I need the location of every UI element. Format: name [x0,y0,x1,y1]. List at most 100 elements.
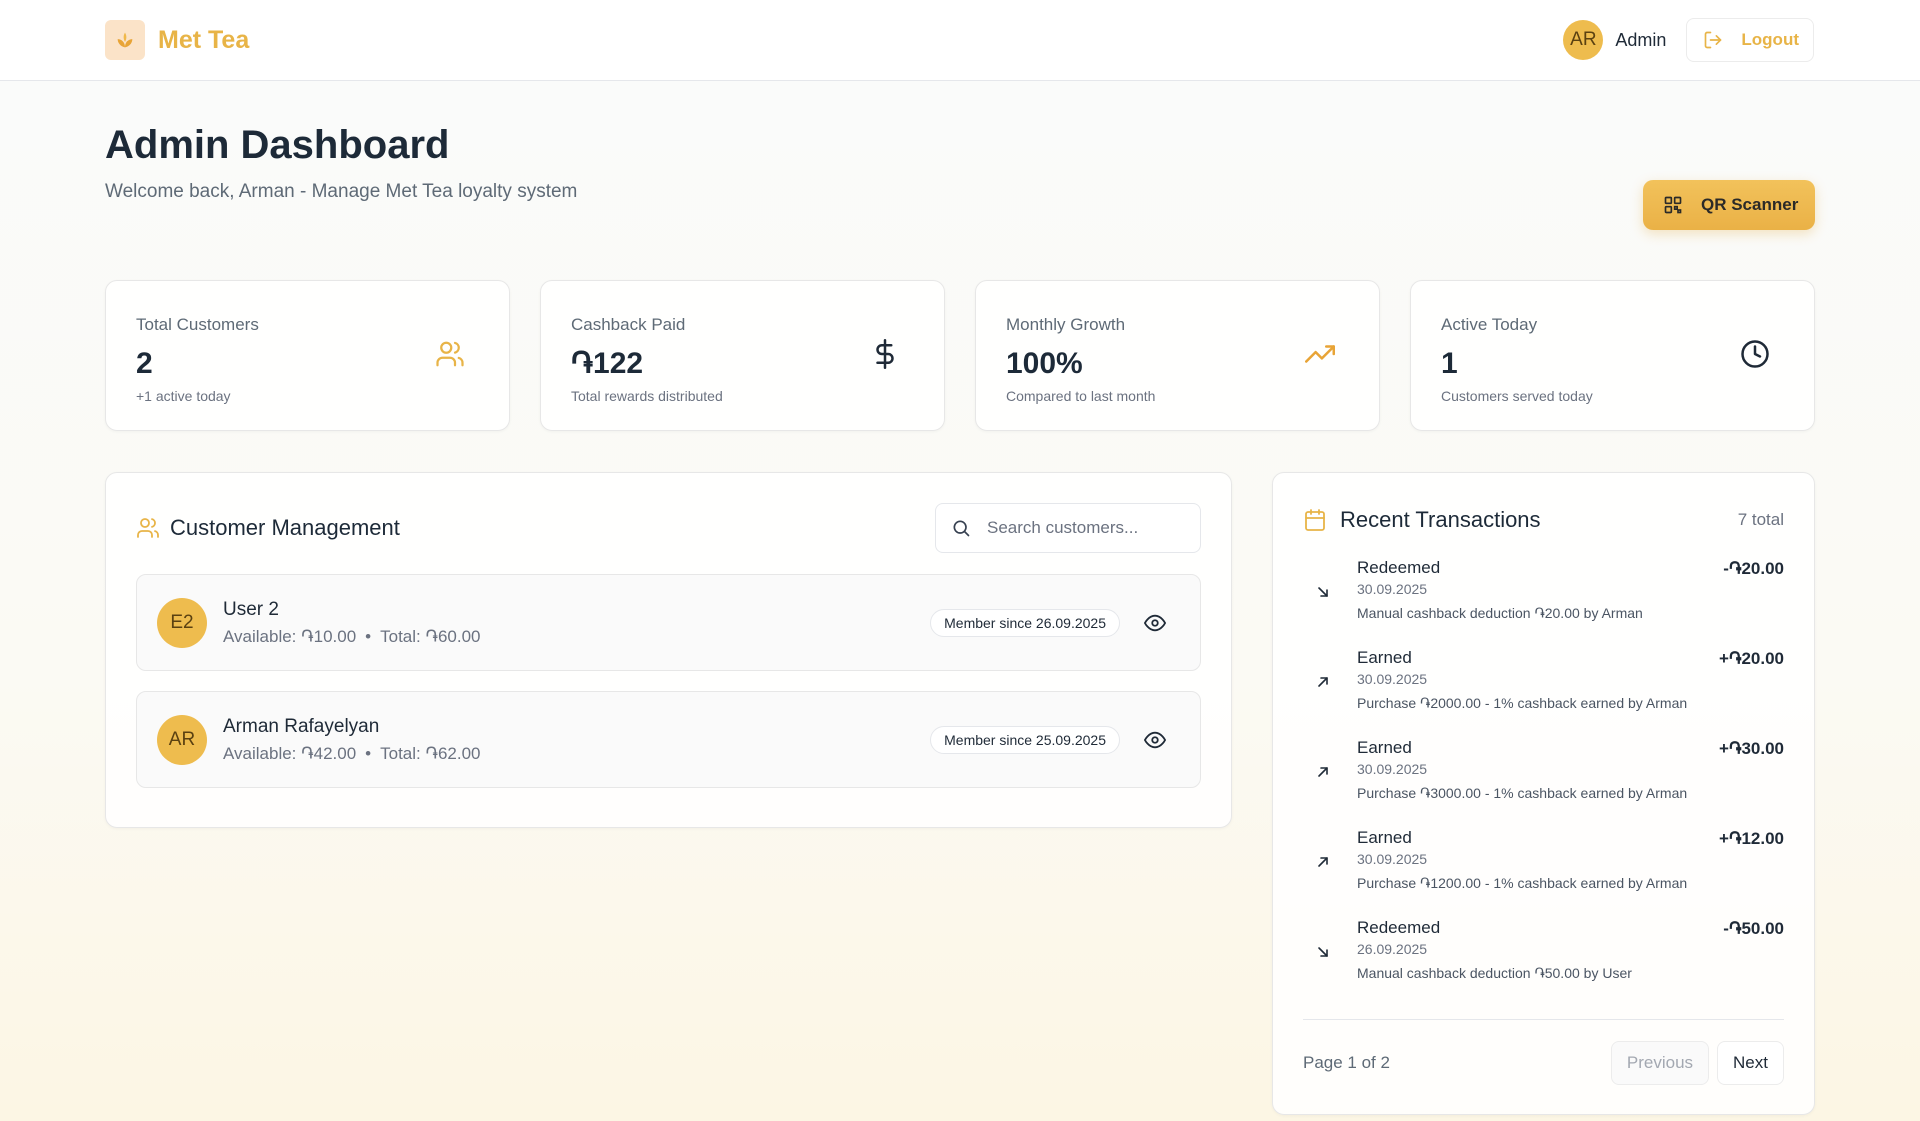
transaction-list: Redeemed 30.09.2025 Manual cashback dedu… [1303,558,1784,1008]
transaction-description: Purchase ֏2000.00 - 1% cashback earned b… [1357,695,1688,711]
customer-row[interactable]: E2 User 2 Available: ֏10.00 • Total: ֏60.0… [136,574,1201,671]
logout-icon [1705,31,1722,49]
previous-button[interactable]: Previous [1610,1041,1710,1085]
section-title: Customer Management [170,515,400,540]
stats-row: Total Customers 2 +1 active today Cashba… [105,280,1815,431]
available-balance: Available: ֏42.00 [223,743,357,763]
transaction-amount: -֏20.00 [1723,559,1784,578]
transaction-item: Redeemed 26.09.2025 Manual cashback dedu… [1303,918,1784,1008]
recent-transactions-panel: Recent Transactions 7 total Redeemed 30.… [1272,472,1815,1115]
search-box[interactable] [935,503,1201,553]
total-balance: Total: ֏62.00 [380,743,481,763]
customer-balance: Available: ֏42.00 • Total: ֏62.00 [223,744,930,764]
transaction-amount: +֏30.00 [1719,739,1784,758]
avatar: AR [1563,20,1604,60]
transaction-amount: +֏12.00 [1719,829,1784,848]
header-actions: AR Admin Logout [1563,18,1814,62]
total-balance: Total: ֏60.00 [380,626,481,646]
transaction-description: Manual cashback deduction ֏50.00 by User [1357,965,1632,981]
arrow-up-right-icon [1303,738,1357,828]
users-icon [137,518,159,538]
recent-transactions-header: Recent Transactions 7 total [1303,507,1784,533]
pager-buttons: Previous Next [1610,1041,1784,1085]
top-bar: Met Tea AR Admin Logout [0,0,1920,81]
content-columns: Customer Management E2 User 2 Available:… [105,472,1815,1115]
page-info: Page 1 of 2 [1303,1053,1390,1072]
avatar: E2 [157,597,207,648]
trending-up-icon [1305,345,1335,363]
transaction-item: Redeemed 30.09.2025 Manual cashback dedu… [1303,558,1784,648]
qr-code-icon [1664,196,1682,214]
stat-card-active-today: Active Today 1 Customers served today [1410,280,1815,431]
customer-management-panel: Customer Management E2 User 2 Available:… [105,472,1232,828]
separator-dot: • [365,743,372,763]
arrow-down-right-icon [1303,558,1357,648]
separator-dot: • [365,626,372,646]
eye-icon[interactable] [1144,729,1166,751]
search-input[interactable] [987,518,1187,538]
customer-info: Arman Rafayelyan Available: ֏42.00 • Total… [223,716,930,764]
section-title: Recent Transactions [1340,507,1541,532]
member-since-badge: Member since 26.09.2025 [930,608,1120,637]
transaction-type: Redeemed [1357,918,1441,937]
recent-transactions-title: Recent Transactions [1303,507,1541,533]
transaction-description: Manual cashback deduction ֏20.00 by Arma… [1357,605,1643,621]
arrow-up-right-icon [1303,828,1357,918]
customer-row[interactable]: AR Arman Rafayelyan Available: ֏42.00 • To… [136,691,1201,788]
member-since-badge: Member since 25.09.2025 [930,725,1120,754]
users-icon [436,341,464,367]
transaction-item: Earned 30.09.2025 Purchase ֏3000.00 - 1%… [1303,738,1784,828]
stat-label: Active Today [1441,315,1538,334]
stat-value: 1 [1441,347,1458,380]
stat-card-total-customers: Total Customers 2 +1 active today [105,280,510,431]
customer-management-header: Customer Management [136,503,1201,553]
transaction-date: 30.09.2025 [1357,761,1428,777]
arrow-down-right-icon [1303,918,1357,1008]
arrow-up-right-icon [1303,648,1357,738]
stat-subtext: Compared to last month [1006,388,1156,404]
logout-label: Logout [1741,30,1799,49]
transaction-count: 7 total [1737,510,1784,529]
main-content: Admin Dashboard Welcome back, Arman - Ma… [0,81,1920,1115]
transaction-date: 30.09.2025 [1357,671,1428,687]
transaction-item: Earned 30.09.2025 Purchase ֏2000.00 - 1%… [1303,648,1784,738]
transaction-item: Earned 30.09.2025 Purchase ֏1200.00 - 1%… [1303,828,1784,918]
stat-label: Total Customers [136,315,259,334]
stat-label: Monthly Growth [1006,315,1126,334]
page-title: Admin Dashboard [105,123,450,167]
logout-button[interactable]: Logout [1686,18,1814,62]
stat-value: 2 [136,347,153,380]
leaf-logo-icon [105,20,145,60]
user-role: Admin [1615,29,1667,50]
transaction-description: Purchase ֏3000.00 - 1% cashback earned b… [1357,785,1688,801]
transaction-amount: -֏50.00 [1723,919,1784,938]
eye-icon[interactable] [1144,612,1166,634]
transaction-date: 26.09.2025 [1357,941,1428,957]
transaction-date: 30.09.2025 [1357,581,1428,597]
brand-name: Met Tea [158,25,250,54]
stat-value: ֏122 [571,347,644,380]
pagination: Page 1 of 2 Previous Next [1303,1019,1784,1085]
avatar: AR [157,714,207,765]
transaction-description: Purchase ֏1200.00 - 1% cashback earned b… [1357,875,1688,891]
transaction-amount: +֏20.00 [1719,649,1784,668]
page-subtitle: Welcome back, Arman - Manage Met Tea loy… [105,181,578,202]
qr-scanner-label: QR Scanner [1701,195,1799,214]
stat-subtext: Customers served today [1441,388,1593,404]
stat-value: 100% [1006,347,1083,380]
title-row: Admin Dashboard Welcome back, Arman - Ma… [105,81,1815,230]
stat-subtext: Total rewards distributed [571,388,723,404]
stat-card-monthly-growth: Monthly Growth 100% Compared to last mon… [975,280,1380,431]
transaction-date: 30.09.2025 [1357,851,1428,867]
user-menu[interactable]: AR Admin [1563,20,1666,60]
clock-icon [1741,340,1769,368]
qr-scanner-button[interactable]: QR Scanner [1643,180,1815,230]
available-balance: Available: ֏10.00 [223,626,357,646]
search-icon [953,520,970,537]
dollar-icon [876,339,894,369]
customer-info: User 2 Available: ֏10.00 • Total: ֏60.00 [223,599,930,647]
customer-name: Arman Rafayelyan [223,715,380,737]
brand[interactable]: Met Tea [105,20,249,60]
next-button[interactable]: Next [1717,1041,1784,1085]
stat-label: Cashback Paid [571,315,686,334]
